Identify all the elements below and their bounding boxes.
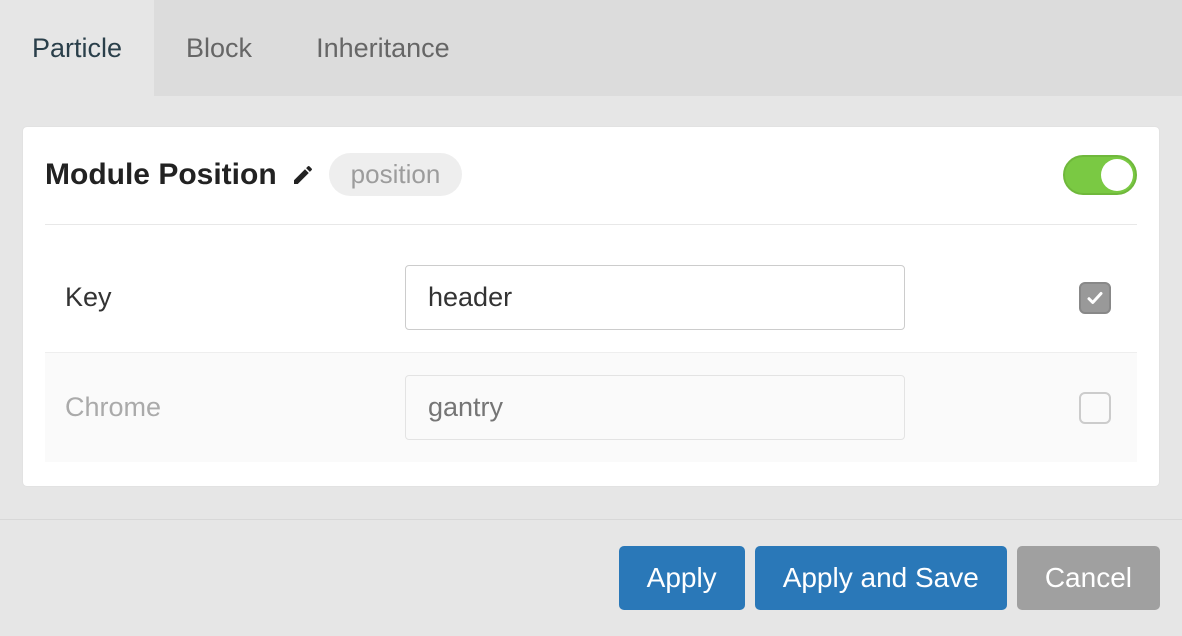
fields-container: Key Chrome [45,243,1137,462]
chrome-input[interactable] [405,375,905,440]
type-tag: position [329,153,463,196]
chrome-label: Chrome [65,392,405,423]
tab-particle[interactable]: Particle [0,0,154,96]
panel-title: Module Position [45,158,277,192]
key-label: Key [65,282,405,313]
key-input[interactable] [405,265,905,330]
key-checkbox[interactable] [1079,282,1111,314]
tab-inheritance[interactable]: Inheritance [284,0,482,96]
enable-toggle[interactable] [1063,155,1137,195]
apply-and-save-button[interactable]: Apply and Save [755,546,1007,610]
field-row-key: Key [45,243,1137,353]
settings-panel: Module Position position Key [22,126,1160,487]
cancel-button[interactable]: Cancel [1017,546,1160,610]
chrome-checkbox[interactable] [1079,392,1111,424]
tab-block[interactable]: Block [154,0,284,96]
footer-actions: Apply Apply and Save Cancel [0,519,1182,636]
field-row-chrome: Chrome [45,353,1137,462]
panel-header: Module Position position [45,153,1137,225]
pencil-icon[interactable] [291,163,315,187]
apply-button[interactable]: Apply [619,546,745,610]
tab-bar: Particle Block Inheritance [0,0,1182,96]
